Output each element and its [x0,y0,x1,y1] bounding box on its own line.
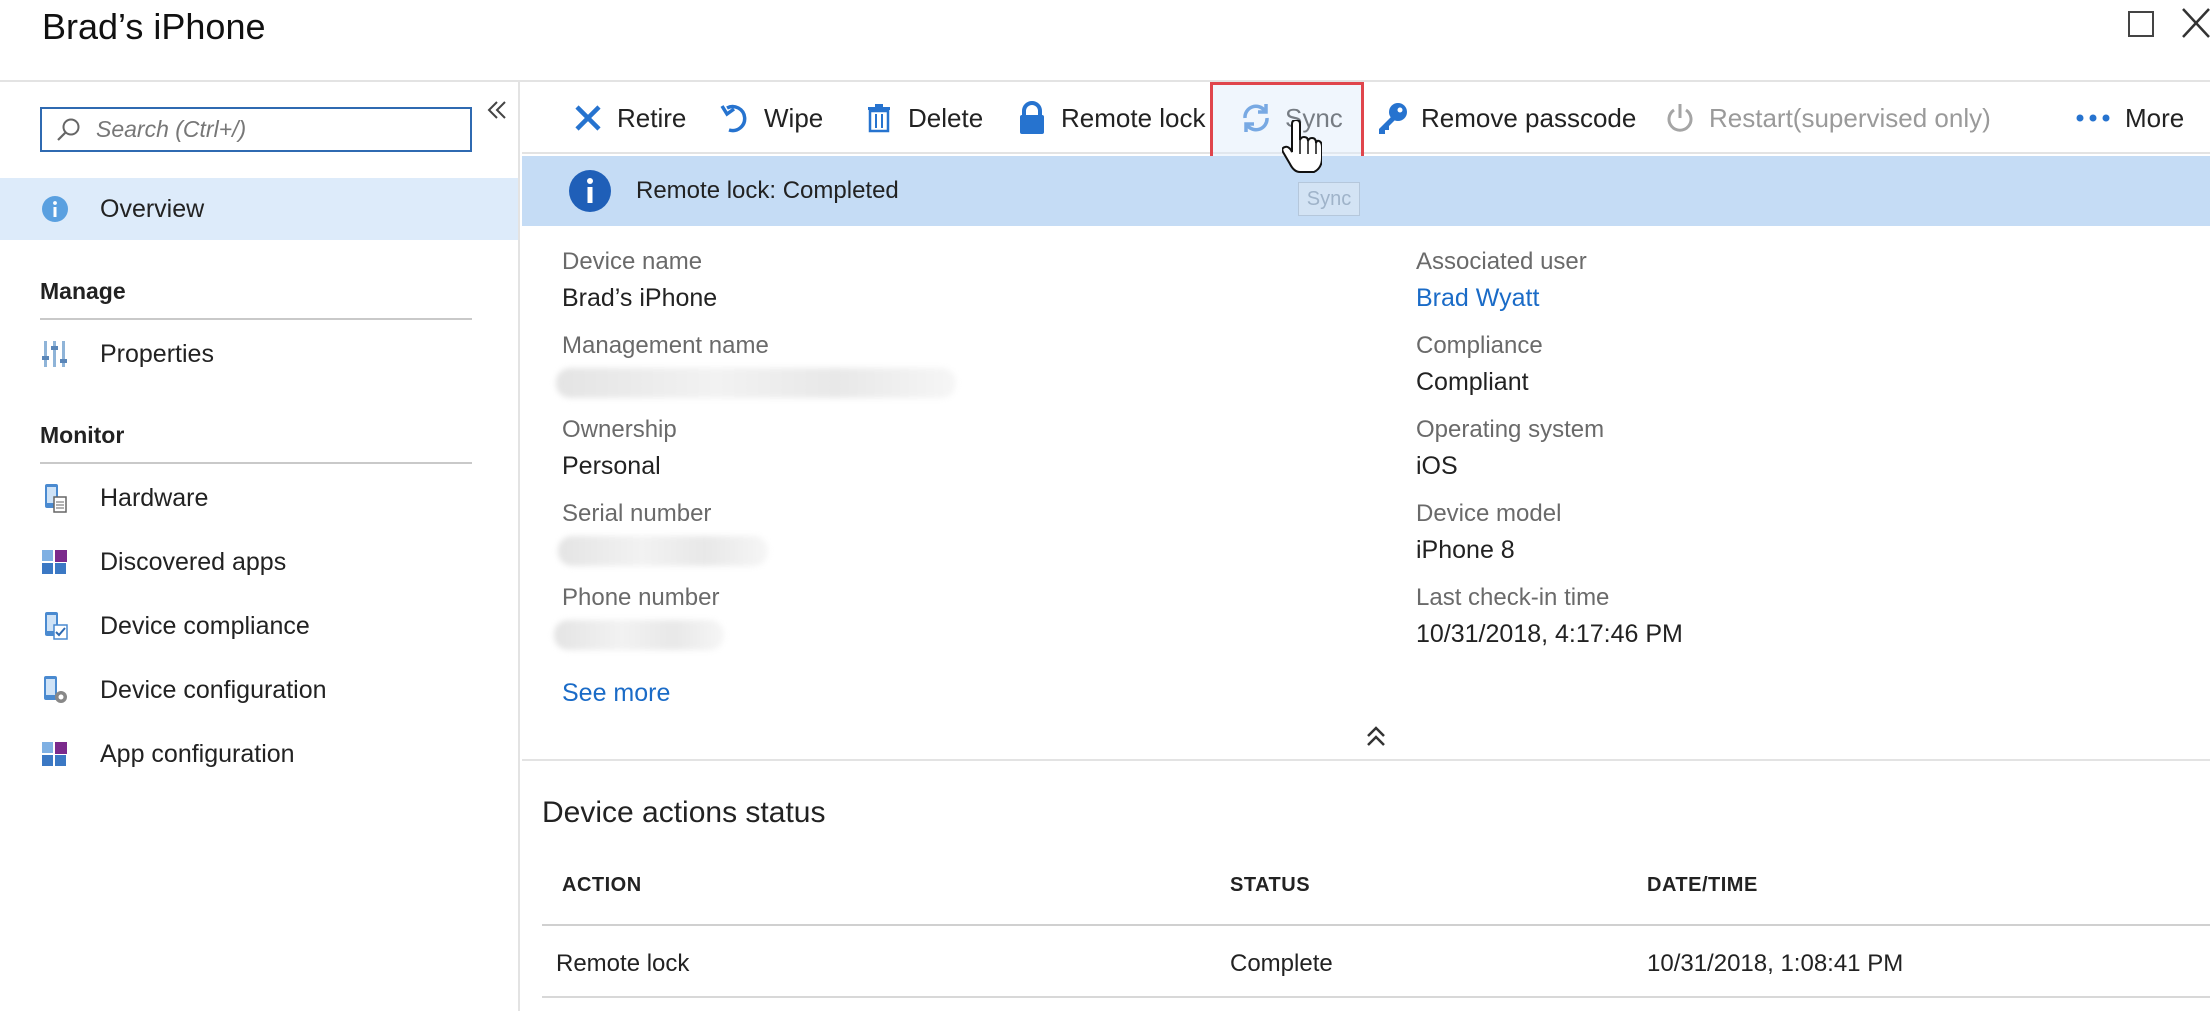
remote-lock-button[interactable]: Remote lock [1015,82,1206,154]
associated-user-link[interactable]: Brad Wyatt [1416,284,1587,314]
collapse-sidebar-icon[interactable] [485,98,509,122]
sidebar-item-label: Overview [100,194,205,223]
field-label: Last check-in time [1416,584,1610,611]
ownership-field: Ownership Personal [562,416,677,482]
properties-icon [40,339,70,369]
close-icon[interactable] [2180,6,2210,40]
field-value: Compliant [1416,368,1529,396]
device-model-field: Device model iPhone 8 [1416,500,1561,566]
section-label-monitor: Monitor [40,422,125,448]
see-more-link[interactable]: See more [562,679,670,708]
field-value: Brad’s iPhone [562,284,718,312]
field-label: Operating system [1416,416,1605,443]
cell-status: Complete [1230,950,1333,977]
sidebar-item-overview[interactable]: Overview [0,178,518,240]
column-header-action: ACTION [562,874,642,896]
sidebar-item-properties[interactable]: Properties [0,323,518,385]
sidebar-item-label: Discovered apps [100,547,287,576]
field-label: Phone number [562,584,720,611]
column-header-datetime: DATE/TIME [1647,874,1758,896]
remove-passcode-button[interactable]: Remove passcode [1375,82,1636,154]
field-label: Associated user [1416,248,1587,275]
trash-icon [862,101,896,135]
retire-x-icon [571,101,605,135]
serial-number-field: Serial number [558,500,768,566]
last-checkin-field: Last check-in time 10/31/2018, 4:17:46 P… [1416,584,1683,650]
sidebar-item-app-configuration[interactable]: App configuration [0,723,518,785]
column-header-status: STATUS [1230,874,1311,896]
configuration-icon [40,675,70,705]
delete-button[interactable]: Delete [862,82,983,154]
info-icon [40,194,70,224]
field-value-redacted [558,536,768,566]
field-label: Management name [562,332,769,359]
field-label: Serial number [562,500,712,527]
field-label: Ownership [562,416,677,443]
table-header-divider [542,924,2210,926]
field-label: Compliance [1416,332,1543,359]
sidebar-item-label: Device compliance [100,611,310,640]
undo-icon [718,101,752,135]
sidebar-item-label: App configuration [100,739,295,768]
section-divider [522,759,2210,761]
apps-icon [40,547,70,577]
page-title: Brad’s iPhone [42,6,266,47]
device-actions-status-title: Device actions status [542,796,826,829]
sidebar-item-label: Properties [100,339,214,368]
field-label: Device name [562,248,703,275]
sidebar-item-discovered-apps[interactable]: Discovered apps [0,531,518,593]
table-row-divider [542,996,2210,998]
field-value-redacted [554,620,724,650]
sync-tooltip: Sync [1298,182,1360,216]
sidebar-item-label: Hardware [100,483,209,512]
section-label-manage: Manage [40,278,126,304]
sidebar-item-device-configuration[interactable]: Device configuration [0,659,518,721]
compliance-field: Compliance Compliant [1416,332,1543,398]
wipe-button[interactable]: Wipe [718,82,823,154]
retire-button[interactable]: Retire [571,82,686,154]
sidebar-item-device-compliance[interactable]: Device compliance [0,595,518,657]
search-box[interactable] [40,107,472,152]
management-name-field: Management name [556,332,956,398]
title-bar: Brad’s iPhone [0,0,2210,82]
app-config-icon [40,739,70,769]
phone-number-field: Phone number [554,584,724,650]
compliance-icon [40,611,70,641]
info-icon [569,170,611,212]
sidebar-item-hardware[interactable]: Hardware [0,467,518,529]
device-name-field: Device name Brad’s iPhone [562,248,717,314]
field-value: 10/31/2018, 4:17:46 PM [1416,620,1683,648]
field-label: Device model [1416,500,1562,527]
search-icon [57,118,80,141]
power-icon [1663,101,1697,135]
key-icon [1375,101,1409,135]
section-divider [40,462,472,464]
banner-text: Remote lock: Completed [636,177,899,204]
sidebar-item-label: Device configuration [100,675,327,704]
field-value-redacted [556,368,956,398]
operating-system-field: Operating system iOS [1416,416,1604,482]
restart-button[interactable]: Restart(supervised only) [1663,82,1991,154]
cell-action: Remote lock [556,950,690,977]
search-input[interactable] [96,116,456,143]
more-button[interactable]: More [2073,82,2184,154]
field-value: iOS [1416,452,1458,480]
maximize-icon[interactable] [2128,11,2154,37]
info-banner: Remote lock: Completed [522,156,2210,226]
command-toolbar: Retire Wipe Delete Remote lock Sync Remo… [522,82,2210,154]
lock-icon [1015,101,1049,135]
sidebar: Overview Manage Properties Monitor Hardw… [0,82,520,1011]
chevron-up-icon[interactable] [1362,723,1390,751]
hardware-icon [40,483,70,513]
cell-datetime: 10/31/2018, 1:08:41 PM [1647,950,1904,977]
field-value: iPhone 8 [1416,536,1515,564]
hand-cursor-icon [1282,120,1322,173]
field-value: Personal [562,452,661,480]
associated-user-field: Associated user Brad Wyatt [1416,248,1587,314]
ellipsis-icon [2073,101,2113,135]
section-divider [40,318,472,320]
